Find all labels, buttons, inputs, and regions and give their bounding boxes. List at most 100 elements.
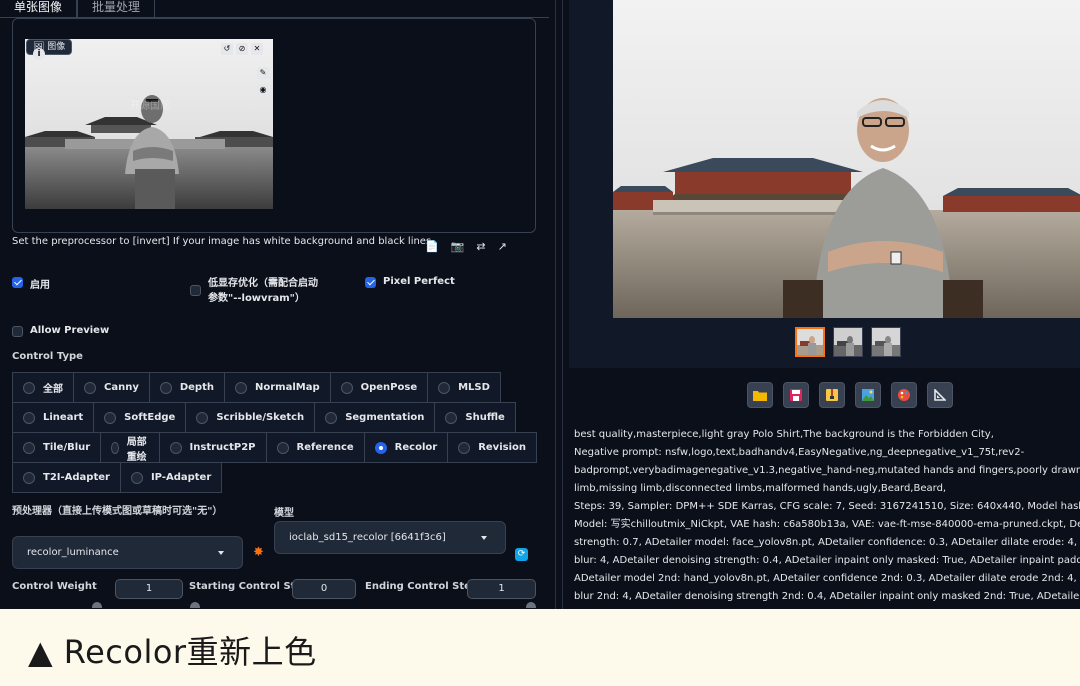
divider-line bbox=[562, 0, 563, 609]
control-type-scribble[interactable]: Scribble/Sketch bbox=[185, 402, 316, 433]
radio-indicator[interactable] bbox=[159, 381, 172, 394]
radio-indicator[interactable] bbox=[196, 411, 209, 424]
preprocessor-dropdown[interactable]: recolor_luminance bbox=[12, 536, 243, 569]
radio-label: Tile/Blur bbox=[43, 442, 91, 453]
save-button[interactable] bbox=[783, 382, 809, 408]
control-type-reference[interactable]: Reference bbox=[265, 432, 365, 463]
radio-indicator[interactable] bbox=[104, 411, 117, 424]
radio-label: InstructP2P bbox=[189, 442, 256, 453]
control-type-radio-group: 全部 Canny Depth NormalMap OpenPose MLSD L… bbox=[12, 372, 537, 493]
new-canvas-icon[interactable]: 📄 bbox=[425, 240, 439, 253]
radio-indicator[interactable] bbox=[340, 381, 353, 394]
model-dropdown[interactable]: ioclab_sd15_recolor [6641f3c6] bbox=[274, 521, 506, 554]
panel-divider[interactable] bbox=[549, 0, 569, 609]
radio-label: Shuffle bbox=[465, 412, 505, 423]
webcam-icon[interactable]: 📷 bbox=[451, 240, 465, 253]
controlnet-panel: 单张图像 批量处理 🖼 图像 i 开源国际 ↺ ⊘ ✕ ✎ ◉ Set the … bbox=[0, 0, 549, 609]
ending-step-input[interactable]: 1 bbox=[467, 579, 536, 599]
allow-preview-checkbox-box[interactable] bbox=[12, 326, 23, 337]
control-weight-input[interactable]: 1 bbox=[115, 579, 183, 599]
control-type-openpose[interactable]: OpenPose bbox=[329, 372, 429, 403]
radio-indicator[interactable] bbox=[23, 381, 35, 394]
radio-indicator[interactable] bbox=[111, 441, 119, 454]
input-image-dropzone[interactable]: 🖼 图像 i 开源国际 ↺ ⊘ ✕ ✎ ◉ bbox=[12, 18, 536, 233]
control-type-shuffle[interactable]: Shuffle bbox=[434, 402, 516, 433]
send-to-img2img-button[interactable] bbox=[855, 382, 881, 408]
control-type-t2i-adapter[interactable]: T2I-Adapter bbox=[12, 462, 121, 493]
radio-indicator[interactable] bbox=[276, 441, 289, 454]
model-value: ioclab_sd15_recolor [6641f3c6] bbox=[289, 532, 446, 543]
color-picker-icon[interactable]: ◉ bbox=[257, 84, 269, 96]
info-icon[interactable]: i bbox=[33, 48, 45, 60]
control-type-inpaint[interactable]: 局部重绘 bbox=[100, 432, 160, 463]
tab-single-image[interactable]: 单张图像 bbox=[0, 0, 78, 18]
control-type-depth[interactable]: Depth bbox=[148, 372, 225, 403]
control-type-ip-adapter[interactable]: IP-Adapter bbox=[119, 462, 223, 493]
undo-icon[interactable]: ↺ bbox=[221, 43, 233, 55]
radio-indicator[interactable] bbox=[169, 441, 182, 454]
radio-indicator[interactable] bbox=[130, 471, 143, 484]
radio-indicator[interactable] bbox=[438, 381, 451, 394]
radio-label: NormalMap bbox=[254, 382, 320, 393]
radio-label: Lineart bbox=[43, 412, 84, 423]
output-image[interactable] bbox=[613, 0, 1080, 318]
input-image[interactable] bbox=[25, 39, 273, 209]
close-icon[interactable]: ✕ bbox=[251, 43, 263, 55]
brush-icon[interactable]: ✎ bbox=[257, 67, 269, 79]
starting-step-slider-handle[interactable] bbox=[190, 602, 200, 608]
low-vram-checkbox-box[interactable] bbox=[190, 285, 201, 296]
ending-step-slider-handle[interactable] bbox=[526, 602, 536, 608]
gallery-thumbnail-selected[interactable] bbox=[795, 327, 825, 357]
generation-info-line: blur 2nd: 4, ADetailer denoising strengt… bbox=[574, 591, 1080, 602]
radio-indicator[interactable] bbox=[458, 441, 471, 454]
refresh-models-icon[interactable]: ⟳ bbox=[515, 548, 528, 561]
zip-button[interactable] bbox=[819, 382, 845, 408]
starting-step-input[interactable]: 0 bbox=[292, 579, 356, 599]
control-type-softedge[interactable]: SoftEdge bbox=[93, 402, 187, 433]
radio-indicator[interactable] bbox=[23, 411, 35, 424]
control-type-tile[interactable]: Tile/Blur bbox=[12, 432, 102, 463]
send-to-extras-button[interactable] bbox=[927, 382, 953, 408]
control-type-normalmap[interactable]: NormalMap bbox=[223, 372, 331, 403]
clear-icon[interactable]: ⊘ bbox=[236, 43, 248, 55]
control-type-recolor[interactable]: Recolor bbox=[363, 432, 449, 463]
radio-indicator[interactable] bbox=[325, 411, 338, 424]
enable-checkbox-box[interactable] bbox=[12, 277, 23, 288]
generation-info-line: Steps: 39, Sampler: DPM++ SDE Karras, CF… bbox=[574, 501, 1080, 512]
control-type-row: Tile/Blur 局部重绘 InstructP2P Reference Rec… bbox=[12, 432, 537, 463]
tab-batch[interactable]: 批量处理 bbox=[77, 0, 156, 18]
output-actions bbox=[747, 382, 953, 408]
open-folder-button[interactable] bbox=[747, 382, 773, 408]
gallery-thumbnail[interactable] bbox=[833, 327, 863, 357]
swap-icon[interactable]: ⇄ bbox=[476, 240, 485, 253]
low-vram-label-line2: 参数"--lowvram"） bbox=[208, 293, 305, 304]
control-type-all[interactable]: 全部 bbox=[12, 372, 74, 403]
divider-line bbox=[555, 0, 556, 609]
thumbnail-image bbox=[834, 328, 862, 356]
control-type-canny[interactable]: Canny bbox=[73, 372, 150, 403]
control-type-revision[interactable]: Revision bbox=[447, 432, 537, 463]
pixel-perfect-checkbox[interactable]: Pixel Perfect bbox=[365, 276, 455, 288]
radio-indicator[interactable] bbox=[234, 381, 247, 394]
control-type-instructp2p[interactable]: InstructP2P bbox=[158, 432, 267, 463]
enable-checkbox[interactable]: 启用 bbox=[12, 276, 50, 291]
chevron-down-icon bbox=[481, 536, 487, 540]
send-to-inpaint-button[interactable] bbox=[891, 382, 917, 408]
control-weight-slider-handle[interactable] bbox=[92, 602, 102, 608]
send-dimensions-icon[interactable]: ↗ bbox=[498, 240, 507, 253]
radio-label: Canny bbox=[104, 382, 139, 393]
allow-preview-checkbox[interactable]: Allow Preview bbox=[12, 325, 109, 337]
generation-info-line: blur: 4, ADetailer denoising strength: 0… bbox=[574, 555, 1080, 566]
control-type-mlsd[interactable]: MLSD bbox=[427, 372, 501, 403]
radio-indicator[interactable] bbox=[84, 381, 96, 394]
radio-indicator-selected[interactable] bbox=[374, 441, 387, 454]
radio-indicator[interactable] bbox=[445, 411, 458, 424]
gallery-thumbnail[interactable] bbox=[871, 327, 901, 357]
pixel-perfect-checkbox-box[interactable] bbox=[365, 277, 376, 288]
control-type-segmentation[interactable]: Segmentation bbox=[314, 402, 436, 433]
control-type-lineart[interactable]: Lineart bbox=[12, 402, 95, 433]
radio-indicator[interactable] bbox=[23, 471, 35, 484]
radio-indicator[interactable] bbox=[23, 441, 35, 454]
run-preprocessor-icon[interactable]: ✸ bbox=[253, 545, 264, 560]
low-vram-checkbox[interactable]: 低显存优化（需配合启动 参数"--lowvram"） bbox=[190, 276, 318, 306]
